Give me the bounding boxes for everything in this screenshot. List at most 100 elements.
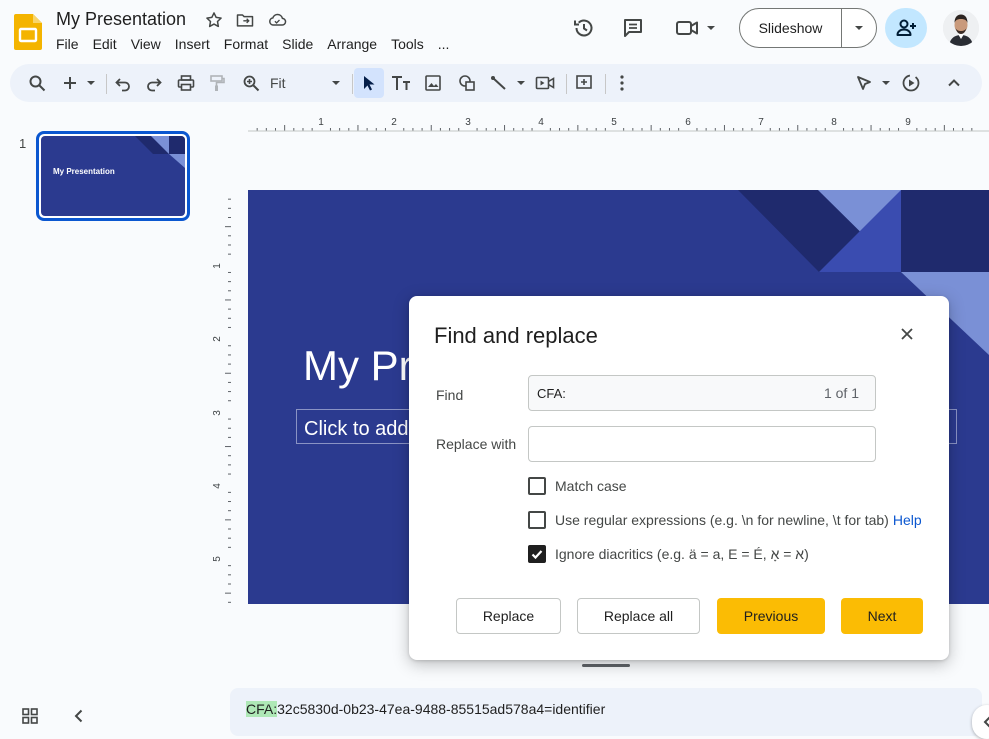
redo-icon[interactable] bbox=[143, 70, 165, 96]
ruler-label: 3 bbox=[465, 117, 471, 128]
star-icon[interactable] bbox=[204, 10, 224, 30]
menu-more[interactable]: ... bbox=[438, 36, 456, 52]
ruler-label: 1 bbox=[318, 117, 324, 128]
toolbar: Fit bbox=[10, 64, 982, 102]
new-slide-icon[interactable] bbox=[60, 70, 100, 96]
insert-video-icon[interactable] bbox=[534, 70, 556, 96]
menu-view[interactable]: View bbox=[131, 36, 167, 52]
ruler-label: 9 bbox=[905, 117, 911, 128]
pointer-options-icon[interactable] bbox=[855, 70, 895, 96]
paint-format-icon[interactable] bbox=[206, 70, 228, 96]
zoom-dropdown-icon bbox=[332, 81, 340, 85]
regex-checkbox[interactable] bbox=[528, 511, 546, 529]
ignore-diacritics-option[interactable]: Ignore diacritics (e.g. ä = a, E = É, א … bbox=[528, 544, 809, 564]
replace-button[interactable]: Replace bbox=[456, 598, 561, 634]
meet-video-icon[interactable] bbox=[674, 14, 718, 42]
find-label: Find bbox=[436, 387, 464, 403]
ruler-label: 7 bbox=[758, 117, 764, 128]
chevron-left-icon[interactable] bbox=[70, 707, 88, 725]
add-person-icon bbox=[896, 19, 916, 36]
ruler-label: 5 bbox=[212, 556, 223, 562]
menu-slide[interactable]: Slide bbox=[282, 36, 319, 52]
insert-image-icon[interactable] bbox=[422, 70, 444, 96]
menu-bar: File Edit View Insert Format Slide Arran… bbox=[56, 36, 463, 52]
find-input[interactable]: CFA: 1 of 1 bbox=[528, 375, 876, 411]
thumbnail-title: My Presentation bbox=[53, 167, 115, 176]
slideshow-button: Slideshow bbox=[739, 8, 877, 48]
grid-view-icon[interactable] bbox=[21, 707, 39, 725]
menu-insert[interactable]: Insert bbox=[175, 36, 216, 52]
help-link[interactable]: Help bbox=[893, 512, 922, 528]
account-avatar[interactable] bbox=[943, 10, 979, 46]
start-slideshow-button[interactable]: Slideshow bbox=[740, 9, 842, 47]
search-menus-icon[interactable] bbox=[26, 70, 48, 96]
ignore-diacritics-checkbox[interactable] bbox=[528, 545, 546, 563]
checkmark-icon bbox=[531, 550, 543, 560]
ruler-label: 2 bbox=[391, 117, 397, 128]
match-case-checkbox[interactable] bbox=[528, 477, 546, 495]
next-button[interactable]: Next bbox=[841, 598, 923, 634]
slideshow-dropdown-icon[interactable] bbox=[842, 9, 876, 47]
select-tool-icon[interactable] bbox=[354, 68, 384, 98]
speaker-notes[interactable]: CFA:32c5830d-0b23-47ea-9488-85515ad578a4… bbox=[230, 688, 982, 736]
more-options-icon[interactable] bbox=[613, 70, 631, 96]
replace-label: Replace with bbox=[436, 436, 517, 452]
dialog-title: Find and replace bbox=[434, 323, 598, 348]
toolbar-divider bbox=[605, 74, 606, 94]
side-panel-toggle[interactable] bbox=[972, 705, 989, 739]
notes-resize-handle[interactable] bbox=[582, 664, 630, 667]
replace-all-button[interactable]: Replace all bbox=[577, 598, 700, 634]
menu-edit[interactable]: Edit bbox=[93, 36, 123, 52]
ruler-label: 3 bbox=[212, 410, 223, 416]
print-icon[interactable] bbox=[175, 70, 197, 96]
match-count: 1 of 1 bbox=[823, 385, 859, 401]
document-title[interactable]: My Presentation bbox=[56, 9, 186, 30]
undo-icon[interactable] bbox=[112, 70, 134, 96]
match-case-label: Match case bbox=[555, 478, 627, 494]
replace-input[interactable] bbox=[528, 426, 876, 462]
text-box-icon[interactable] bbox=[390, 70, 412, 96]
horizontal-ruler[interactable]: 1 2 3 4 5 6 7 8 9 bbox=[248, 114, 989, 132]
zoom-value: Fit bbox=[270, 75, 286, 91]
menu-file[interactable]: File bbox=[56, 36, 85, 52]
menu-format[interactable]: Format bbox=[224, 36, 274, 52]
ruler-label: 8 bbox=[831, 117, 837, 128]
previous-button[interactable]: Previous bbox=[717, 598, 825, 634]
ruler-label: 1 bbox=[212, 263, 223, 269]
speaker-notes-text: CFA:32c5830d-0b23-47ea-9488-85515ad578a4… bbox=[246, 701, 605, 717]
move-folder-icon[interactable] bbox=[235, 10, 255, 30]
shape-icon[interactable] bbox=[456, 70, 478, 96]
slides-logo-icon[interactable] bbox=[14, 14, 42, 50]
regex-option[interactable]: Use regular expressions (e.g. \n for new… bbox=[528, 510, 922, 530]
ruler-label: 5 bbox=[611, 117, 617, 128]
comment-icon[interactable] bbox=[619, 14, 647, 42]
insert-comment-icon[interactable] bbox=[573, 70, 595, 96]
cloud-saved-icon[interactable] bbox=[267, 10, 287, 30]
ruler-label: 4 bbox=[212, 483, 223, 489]
share-button[interactable] bbox=[885, 8, 927, 48]
line-tool-icon[interactable] bbox=[488, 70, 532, 96]
slide-number: 1 bbox=[19, 136, 27, 151]
notes-rest-text: 32c5830d-0b23-47ea-9488-85515ad578a4=ide… bbox=[277, 701, 606, 717]
thumbnail-decoration bbox=[135, 136, 185, 168]
present-mode-icon[interactable] bbox=[900, 70, 922, 96]
zoom-icon[interactable] bbox=[240, 70, 262, 96]
toolbar-divider bbox=[106, 74, 107, 94]
version-history-icon[interactable] bbox=[570, 14, 598, 42]
zoom-select[interactable]: Fit bbox=[270, 70, 342, 96]
ruler-label: 6 bbox=[685, 117, 691, 128]
toolbar-divider bbox=[352, 74, 353, 94]
toolbar-divider bbox=[566, 74, 567, 94]
chevron-left-icon bbox=[983, 716, 989, 728]
collapse-toolbar-icon[interactable] bbox=[943, 70, 965, 96]
ruler-label: 4 bbox=[538, 117, 544, 128]
match-case-option[interactable]: Match case bbox=[528, 476, 627, 496]
close-icon[interactable] bbox=[895, 322, 919, 346]
menu-tools[interactable]: Tools bbox=[391, 36, 430, 52]
menu-arrange[interactable]: Arrange bbox=[327, 36, 383, 52]
find-match-highlight: CFA: bbox=[246, 701, 278, 717]
find-replace-dialog: Find and replace Find CFA: 1 of 1 Replac… bbox=[409, 296, 949, 660]
slide-thumbnail[interactable]: My Presentation bbox=[36, 131, 190, 221]
vertical-ruler[interactable]: 1 2 3 4 5 bbox=[212, 190, 232, 604]
ruler-label: 2 bbox=[212, 336, 223, 342]
